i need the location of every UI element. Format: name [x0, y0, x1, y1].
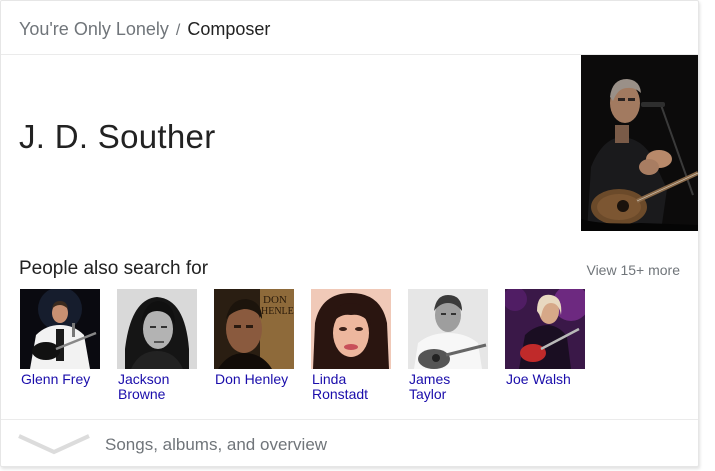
person-card-linda-ronstadt[interactable]: Linda Ronstadt [311, 289, 393, 402]
person-name-line2[interactable]: Ronstadt [311, 387, 393, 402]
breadcrumb: You're Only Lonely / Composer [1, 1, 698, 55]
person-name[interactable]: Glenn Frey [20, 372, 102, 387]
person-name[interactable]: Joe Walsh [505, 372, 587, 387]
person-name-line2[interactable]: Browne [117, 387, 199, 402]
people-also-search-heading: People also search for [19, 258, 209, 279]
person-thumbnail [408, 289, 488, 369]
overview-label: Songs, albums, and overview [105, 435, 328, 454]
breadcrumb-role: Composer [187, 19, 271, 39]
people-carousel: Glenn Frey Jackson Browne DON HENLE Don … [20, 289, 620, 405]
person-card-don-henley[interactable]: DON HENLEY Don Henley [214, 289, 296, 387]
person-name[interactable]: James [408, 372, 490, 387]
breadcrumb-song-link[interactable]: You're Only Lonely [19, 19, 169, 39]
album-text-line1: DON [263, 294, 287, 306]
person-name[interactable]: Jackson [117, 372, 199, 387]
person-thumbnail [505, 289, 585, 369]
person-thumbnail: DON HENLEY [214, 289, 294, 369]
performer-with-guitar-image [581, 55, 698, 231]
person-thumbnail [311, 289, 391, 369]
person-card-james-taylor[interactable]: James Taylor [408, 289, 490, 402]
person-thumbnail [117, 289, 197, 369]
entity-photo[interactable] [581, 55, 698, 231]
person-card-joe-walsh[interactable]: Joe Walsh [505, 289, 587, 387]
person-card-glenn-frey[interactable]: Glenn Frey [20, 289, 102, 387]
album-text-line2: HENLEY [261, 306, 294, 317]
person-name-line2[interactable]: Taylor [408, 387, 490, 402]
entity-title: J. D. Souther [19, 118, 216, 155]
breadcrumb-separator: / [175, 22, 181, 39]
overview-expander[interactable]: Songs, albums, and overview [1, 419, 698, 466]
view-more-link[interactable]: View 15+ more [586, 261, 680, 279]
person-name[interactable]: Don Henley [214, 372, 296, 387]
person-thumbnail [20, 289, 100, 369]
knowledge-card: You're Only Lonely / Composer J. D. Southe… [0, 0, 699, 467]
person-card-jackson-browne[interactable]: Jackson Browne [117, 289, 199, 402]
person-name[interactable]: Linda [311, 372, 393, 387]
chevron-down-icon [18, 434, 90, 455]
